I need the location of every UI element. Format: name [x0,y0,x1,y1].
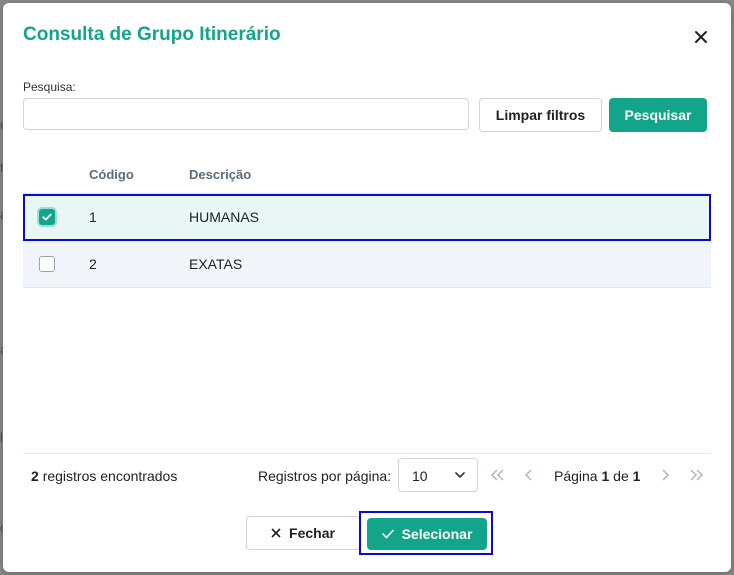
row-checkbox[interactable] [39,209,55,225]
row-description: EXATAS [189,256,243,272]
records-count-text: 2 registros encontrados [31,468,177,484]
check-icon [42,213,52,221]
table-row[interactable]: 1 HUMANAS [23,194,711,241]
first-page-icon[interactable] [489,468,505,482]
last-page-icon[interactable] [689,468,705,482]
row-code: 2 [89,256,97,272]
close-button[interactable]: Fechar [246,516,360,550]
chevron-down-icon [455,472,465,479]
close-icon[interactable] [693,29,709,45]
page-label: Página [554,468,598,484]
per-page-label: Registros por página: [258,468,392,484]
search-input[interactable] [23,98,469,130]
page-of: de [613,468,629,484]
divider [23,453,711,454]
close-icon [271,528,281,538]
row-checkbox[interactable] [39,256,55,272]
page-indicator: Página 1 de 1 [554,468,640,484]
select-button-highlight: Selecionar [359,511,493,555]
row-code: 1 [89,209,97,225]
search-label: Pesquisa: [23,80,76,94]
table-row[interactable]: 2 EXATAS [23,241,711,288]
select-button[interactable]: Selecionar [367,518,487,550]
select-button-label: Selecionar [401,526,473,542]
row-description: HUMANAS [189,209,260,225]
check-icon [381,529,394,539]
modal-dialog: Consulta de Grupo Itinerário Pesquisa: L… [3,3,731,572]
table-header: Código Descrição [23,155,711,194]
next-page-icon[interactable] [657,468,673,482]
page-total: 1 [632,468,641,484]
column-header-code: Código [89,167,134,182]
column-header-description: Descrição [189,167,252,182]
clear-filters-button[interactable]: Limpar filtros [479,98,602,132]
per-page-select[interactable]: 10 [398,458,478,492]
records-label: registros encontrados [42,468,178,484]
records-count: 2 [31,468,39,484]
close-button-label: Fechar [289,525,335,541]
prev-page-icon[interactable] [521,468,537,482]
page-current: 1 [601,468,610,484]
results-table: Código Descrição 1 HUMANAS 2 EXATAS [23,155,711,288]
per-page-value: 10 [412,468,428,484]
modal-title: Consulta de Grupo Itinerário [23,24,281,45]
search-button[interactable]: Pesquisar [609,98,707,132]
